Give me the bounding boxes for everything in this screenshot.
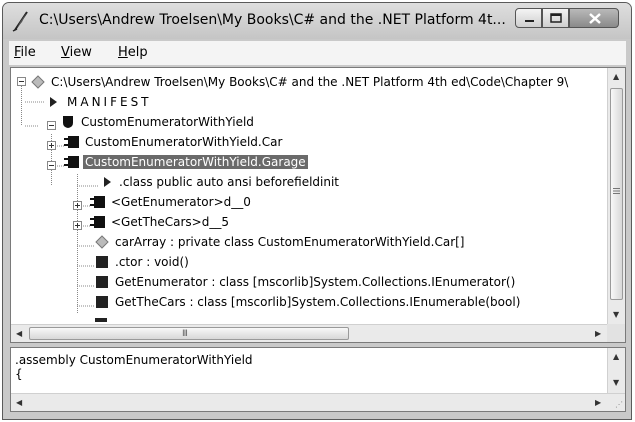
class-icon (90, 216, 105, 228)
code-horizontal-scrollbar[interactable]: ◀ ▶ ⋰ (11, 393, 625, 411)
minimize-button[interactable] (515, 8, 542, 28)
menu-help[interactable]: Help (118, 45, 148, 60)
method-square-icon (96, 256, 108, 268)
close-button[interactable] (569, 8, 619, 28)
il-code-view[interactable]: .assembly CustomEnumeratorWithYield { ▲ … (10, 347, 626, 412)
tree-node-field-cararray[interactable]: carArray : private class CustomEnumerato… (11, 232, 551, 252)
code-line: .assembly CustomEnumeratorWithYield (15, 353, 253, 367)
assembly-diamond-icon (31, 75, 45, 89)
class-icon (64, 156, 79, 168)
field-diamond-icon (95, 235, 109, 249)
scroll-down-arrow-icon[interactable]: ▼ (613, 378, 619, 387)
tree-vertical-scroll-thumb[interactable] (610, 88, 623, 300)
tree-node-label: GetTheCars : class [mscorlib]System.Coll… (115, 295, 521, 309)
class-icon (64, 136, 79, 148)
code-vertical-scrollbar[interactable]: ▲ ▼ (607, 348, 625, 394)
scroll-down-arrow-icon[interactable]: ▼ (613, 310, 619, 319)
tree-node-manifest[interactable]: MANIFEST (11, 92, 311, 112)
tree-node-class-garage[interactable]: CustomEnumeratorWithYield.Garage (11, 152, 411, 172)
tree-node-label: <GetTheCars>d__5 (111, 215, 229, 229)
tree-node-class-directive[interactable]: .class public auto ansi beforefieldinit (11, 172, 411, 192)
tree-node-method-getenumerator[interactable]: GetEnumerator : class [mscorlib]System.C… (11, 272, 571, 292)
resize-grip-icon[interactable]: ⋰ (615, 400, 623, 409)
menu-bar: File View Help (9, 41, 626, 65)
assembly-tree-view[interactable]: C:\Users\Andrew Troelsen\My Books\C# and… (10, 67, 626, 343)
scroll-up-arrow-icon[interactable]: ▲ (613, 72, 619, 81)
method-square-icon (96, 296, 108, 308)
quill-app-icon (12, 11, 28, 32)
tree-node-nested-getenumerator[interactable]: <GetEnumerator>d__0 (11, 192, 411, 212)
tree-node-label: carArray : private class CustomEnumerato… (115, 235, 465, 249)
scroll-left-arrow-icon[interactable]: ◀ (16, 398, 22, 407)
minimize-icon (525, 20, 534, 22)
namespace-shield-icon (63, 116, 73, 128)
grip-label: III (182, 329, 188, 339)
tree-node-label: CustomEnumeratorWithYield (81, 115, 254, 129)
maximize-icon (550, 13, 562, 23)
tree-node-assembly[interactable]: C:\Users\Andrew Troelsen\My Books\C# and… (11, 72, 607, 92)
tree-node-method-getthecars[interactable]: GetTheCars : class [mscorlib]System.Coll… (11, 292, 571, 312)
scrollbar-corner (607, 324, 625, 342)
menu-file[interactable]: File (14, 45, 36, 60)
tree-node-method-ctor[interactable]: .ctor : void() (11, 252, 411, 272)
tree-node-label: CustomEnumeratorWithYield.Car (85, 135, 283, 149)
scroll-right-arrow-icon[interactable]: ▶ (595, 329, 601, 338)
manifest-triangle-icon (50, 97, 57, 107)
ildasm-window: C:\Users\Andrew Troelsen\My Books\C# and… (2, 2, 632, 420)
tree-node-label: .ctor : void() (115, 255, 189, 269)
tree-horizontal-scroll-thumb[interactable]: III (29, 327, 349, 340)
maximize-button[interactable] (542, 8, 569, 28)
class-icon (90, 196, 105, 208)
title-bar[interactable]: C:\Users\Andrew Troelsen\My Books\C# and… (3, 3, 631, 39)
scroll-right-arrow-icon[interactable]: ▶ (595, 398, 601, 407)
method-square-icon (96, 276, 108, 288)
tree-node-label: C:\Users\Andrew Troelsen\My Books\C# and… (51, 75, 569, 89)
tree-node-label-selected: CustomEnumeratorWithYield.Garage (83, 155, 308, 169)
scroll-up-arrow-icon[interactable]: ▲ (613, 352, 619, 361)
code-line: { (15, 367, 23, 381)
tree-node-label: GetEnumerator : class [mscorlib]System.C… (115, 275, 516, 289)
tree-content: C:\Users\Andrew Troelsen\My Books\C# and… (11, 68, 607, 325)
window-title: C:\Users\Andrew Troelsen\My Books\C# and… (39, 12, 506, 28)
tree-node-namespace[interactable]: CustomEnumeratorWithYield (11, 112, 311, 132)
tree-node-partial (95, 318, 107, 322)
tree-node-label: <GetEnumerator>d__0 (111, 195, 251, 209)
grip-lines-icon (613, 188, 620, 194)
tree-node-label: MANIFEST (67, 95, 152, 109)
tree-node-nested-getthecars[interactable]: <GetTheCars>d__5 (11, 212, 411, 232)
close-icon (589, 13, 601, 24)
tree-node-label: .class public auto ansi beforefieldinit (119, 175, 340, 189)
tree-horizontal-scrollbar[interactable]: ◀ III ▶ (11, 324, 607, 342)
info-triangle-icon (104, 177, 111, 187)
menu-view[interactable]: View (61, 45, 92, 60)
scroll-left-arrow-icon[interactable]: ◀ (16, 329, 22, 338)
tree-vertical-scrollbar[interactable]: ▲ ▼ (607, 68, 625, 325)
tree-node-class-car[interactable]: CustomEnumeratorWithYield.Car (11, 132, 311, 152)
